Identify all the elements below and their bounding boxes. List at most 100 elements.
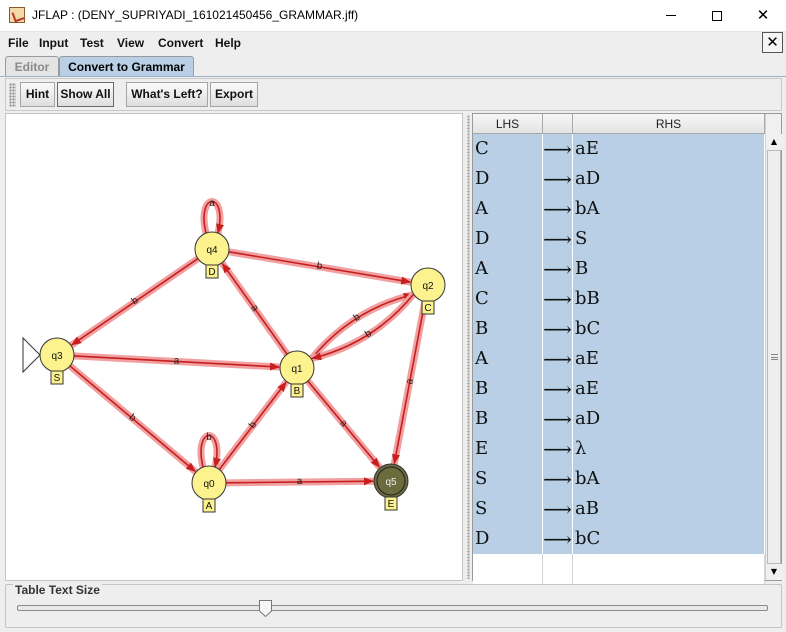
split-pane-divider[interactable] <box>463 113 472 581</box>
menu-convert[interactable]: Convert <box>158 36 203 50</box>
menu-view[interactable]: View <box>117 36 144 50</box>
table-vertical-scrollbar[interactable]: ▲ ▼ <box>765 114 782 580</box>
column-header-arrow[interactable] <box>543 114 573 134</box>
table-row[interactable]: A ⟶ bA <box>473 194 765 224</box>
menu-help[interactable]: Help <box>215 36 241 50</box>
rhs-cell[interactable]: bC <box>573 524 765 554</box>
transition-label[interactable]: b <box>206 432 212 443</box>
lhs-cell[interactable]: A <box>473 194 543 224</box>
lhs-cell[interactable]: B <box>473 404 543 434</box>
table-row[interactable]: B ⟶ bC <box>473 314 765 344</box>
lhs-cell[interactable]: E <box>473 434 543 464</box>
state-q3[interactable]: q3 S <box>22 336 75 385</box>
lhs-cell[interactable]: A <box>473 344 543 374</box>
window-title: JFLAP : (DENY_SUPRIYADI_161021450456_GRA… <box>32 8 359 22</box>
table-row[interactable]: B ⟶ aD <box>473 404 765 434</box>
transition-label[interactable]: a <box>173 355 180 366</box>
table-row[interactable]: B ⟶ aE <box>473 374 765 404</box>
empty-table-row[interactable] <box>473 554 765 584</box>
lhs-cell[interactable]: D <box>473 524 543 554</box>
toolbar-grip[interactable] <box>9 83 16 107</box>
state-q2[interactable]: q2 C <box>410 267 446 315</box>
rhs-cell[interactable] <box>573 554 765 584</box>
production-arrow-cell: ⟶ <box>543 344 573 374</box>
lhs-cell[interactable]: S <box>473 494 543 524</box>
rhs-cell[interactable]: aB <box>573 494 765 524</box>
column-header-rhs[interactable]: RHS <box>573 114 765 134</box>
rhs-cell[interactable]: aE <box>573 374 765 404</box>
minimize-icon <box>666 15 676 16</box>
table-header: LHS RHS <box>473 114 765 134</box>
scroll-down-button[interactable]: ▼ <box>766 564 782 580</box>
menu-input[interactable]: Input <box>39 36 68 50</box>
lhs-cell[interactable]: D <box>473 224 543 254</box>
close-document-button[interactable]: ✕ <box>762 32 783 53</box>
show-all-button[interactable]: Show All <box>57 82 114 107</box>
state-q0[interactable]: q0 A <box>191 465 227 513</box>
lhs-cell[interactable]: B <box>473 374 543 404</box>
tab-editor[interactable]: Editor <box>5 56 59 77</box>
tab-convert-to-grammar[interactable]: Convert to Grammar <box>59 56 194 77</box>
table-row[interactable]: S ⟶ aB <box>473 494 765 524</box>
minimize-button[interactable] <box>648 0 694 31</box>
lhs-cell[interactable]: S <box>473 464 543 494</box>
table-text-size-slider-thumb[interactable] <box>258 600 272 617</box>
maximize-button[interactable] <box>694 0 740 31</box>
automaton-canvas[interactable]: a b b a a b b b a a b b a q0 Aq1 Bq2 Cq3 Sq4 Dq5 E <box>5 113 463 581</box>
close-icon: ✕ <box>766 33 779 51</box>
lhs-cell[interactable] <box>473 554 543 584</box>
production-arrow-cell: ⟶ <box>543 224 573 254</box>
transition-label[interactable]: a <box>297 476 303 487</box>
rhs-cell[interactable]: bA <box>573 194 765 224</box>
rhs-cell[interactable]: aD <box>573 404 765 434</box>
production-arrow-cell: ⟶ <box>543 404 573 434</box>
menu-test[interactable]: Test <box>80 36 104 50</box>
state-q1[interactable]: q1 B <box>279 350 315 398</box>
rhs-cell[interactable]: bC <box>573 314 765 344</box>
table-row[interactable]: S ⟶ bA <box>473 464 765 494</box>
automaton-diagram: abbaabbbaabbaq0Aq1Bq2Cq3Sq4Dq5E <box>22 198 446 513</box>
rhs-cell[interactable]: S <box>573 224 765 254</box>
transition-highlight <box>307 291 417 363</box>
column-header-lhs[interactable]: LHS <box>473 114 543 134</box>
rhs-cell[interactable]: aE <box>573 134 765 164</box>
scrollbar-thumb[interactable] <box>767 150 781 564</box>
menu-file[interactable]: File <box>8 36 29 50</box>
transition-label[interactable]: a <box>209 198 215 209</box>
rhs-cell[interactable]: bA <box>573 464 765 494</box>
table-row[interactable]: E ⟶ λ <box>473 434 765 464</box>
lhs-cell[interactable]: D <box>473 164 543 194</box>
scroll-grip-icon <box>771 354 778 360</box>
close-window-button[interactable]: ✕ <box>740 0 786 31</box>
rhs-cell[interactable]: λ <box>573 434 765 464</box>
rhs-cell[interactable]: aE <box>573 344 765 374</box>
state-q5[interactable]: q5 E <box>373 463 409 511</box>
state-name: q1 <box>291 364 303 375</box>
scroll-up-button[interactable]: ▲ <box>766 134 782 150</box>
lhs-cell[interactable]: B <box>473 314 543 344</box>
table-row[interactable]: D ⟶ bC <box>473 524 765 554</box>
table-row[interactable]: D ⟶ S <box>473 224 765 254</box>
table-row[interactable]: D ⟶ aD <box>473 164 765 194</box>
tab-divider <box>0 76 786 77</box>
rhs-cell[interactable]: B <box>573 254 765 284</box>
whats-left-button[interactable]: What's Left? <box>126 82 208 107</box>
transition-edge[interactable] <box>310 292 414 360</box>
lhs-cell[interactable]: A <box>473 254 543 284</box>
lhs-cell[interactable]: C <box>473 134 543 164</box>
table-row[interactable]: C ⟶ aE <box>473 134 765 164</box>
hint-button[interactable]: Hint <box>20 82 55 107</box>
table-row[interactable]: A ⟶ B <box>473 254 765 284</box>
production-arrow-cell: ⟶ <box>543 464 573 494</box>
table-text-size-track[interactable] <box>17 605 768 611</box>
table-row[interactable]: C ⟶ bB <box>473 284 765 314</box>
transition-edge[interactable] <box>311 293 415 361</box>
jflap-app-icon <box>9 7 25 23</box>
lhs-cell[interactable]: C <box>473 284 543 314</box>
state-variable-label: A <box>206 501 213 512</box>
rhs-cell[interactable]: aD <box>573 164 765 194</box>
tab-strip: Editor Convert to Grammar <box>0 54 786 77</box>
rhs-cell[interactable]: bB <box>573 284 765 314</box>
export-button[interactable]: Export <box>210 82 258 107</box>
table-row[interactable]: A ⟶ aE <box>473 344 765 374</box>
